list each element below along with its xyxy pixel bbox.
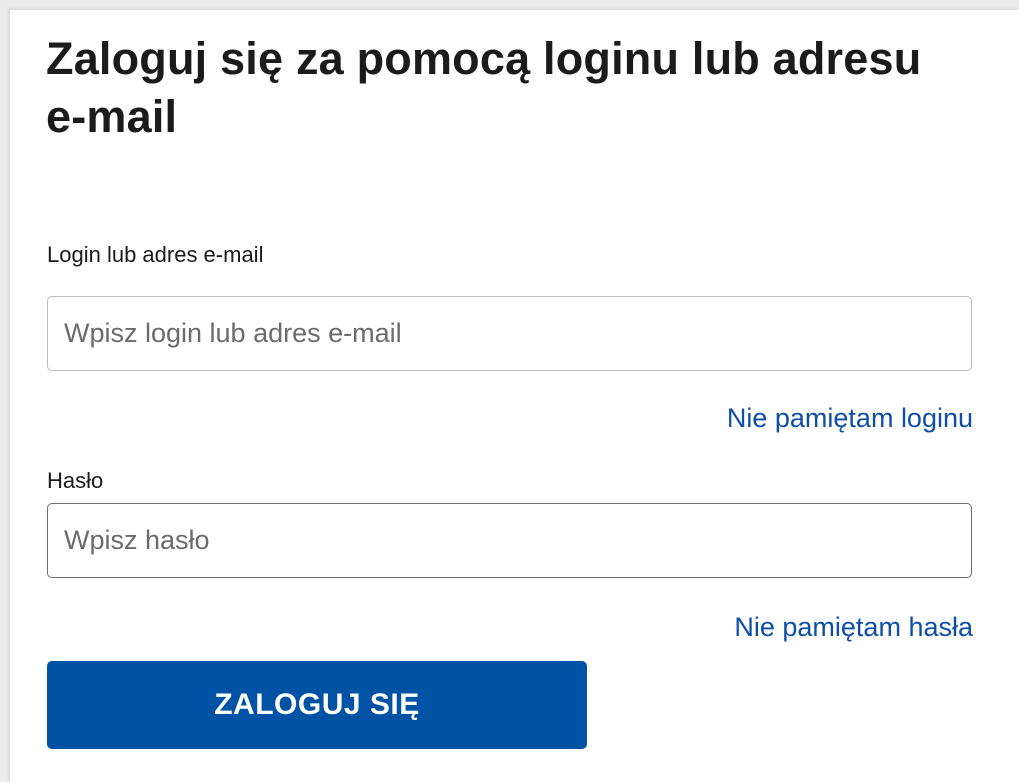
login-input[interactable] [47,296,972,371]
login-submit-button[interactable]: ZALOGUJ SIĘ [47,661,587,749]
password-field-label: Hasło [47,468,104,493]
forgot-login-link[interactable]: Nie pamiętam loginu [727,402,973,434]
login-field-label: Login lub adres e-mail [47,242,264,267]
page-title: Zaloguj się za pomocą loginu lub adresu … [46,33,922,142]
forgot-password-link[interactable]: Nie pamiętam hasła [734,611,973,643]
login-card: Zaloguj się za pomocą loginu lub adresu … [10,10,1019,782]
password-input[interactable] [47,503,972,578]
